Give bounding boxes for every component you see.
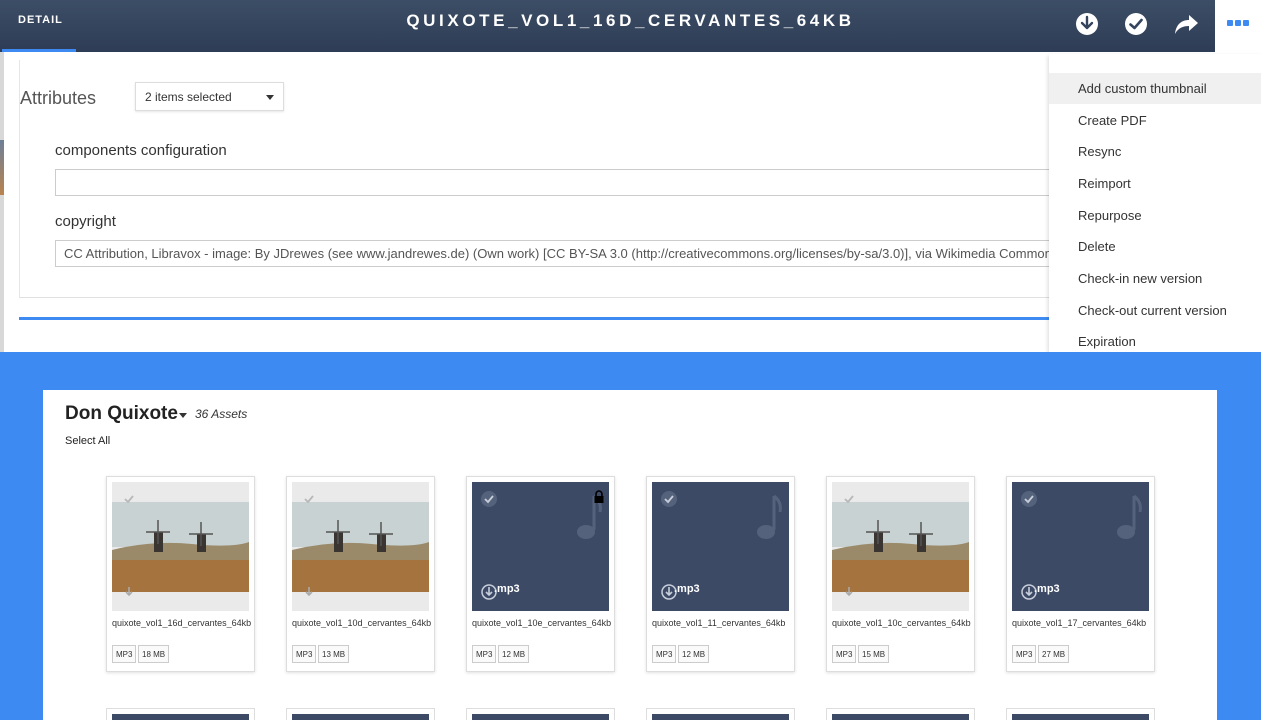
select-check-icon[interactable] — [120, 490, 138, 508]
asset-thumbnail[interactable] — [832, 482, 969, 611]
menu-item-reimport[interactable]: Reimport — [1049, 168, 1261, 199]
copyright-field[interactable]: CC Attribution, Libravox - image: By JDr… — [55, 240, 1065, 267]
menu-item-repurpose[interactable]: Repurpose — [1049, 200, 1261, 231]
download-button[interactable] — [1073, 10, 1101, 38]
asset-size-badge: 15 MB — [858, 645, 890, 663]
menu-item-resync[interactable]: Resync — [1049, 136, 1261, 167]
asset-size-badge: 12 MB — [498, 645, 530, 663]
lock-icon — [594, 490, 604, 503]
top-header: DETAIL QUIXOTE_VOL1_16D_CERVANTES_64KB — [0, 0, 1261, 54]
asset-type-badge: MP3 — [1012, 645, 1037, 663]
asset-type-badge: MP3 — [652, 645, 677, 663]
share-button[interactable] — [1172, 10, 1200, 38]
more-actions-menu: Add custom thumbnail Create PDF Resync R… — [1049, 54, 1261, 352]
asset-card[interactable] — [286, 708, 435, 720]
download-icon[interactable] — [841, 584, 857, 600]
collection-panel: Don Quixote 36 Assets Select All quixote… — [43, 390, 1217, 720]
asset-type-badge: MP3 — [292, 645, 317, 663]
asset-card[interactable]: .mp3 quixote_vol1_11_cervantes_64kb MP3 12 … — [646, 476, 795, 672]
collection-area: Don Quixote 36 Assets Select All quixote… — [0, 352, 1261, 720]
asset-card[interactable]: quixote_vol1_10d_cervantes_64kb MP3 13 MB — [286, 476, 435, 672]
asset-size-badge: 13 MB — [318, 645, 350, 663]
components-configuration-label: components configuration — [55, 142, 227, 159]
asset-count: 36 Assets — [195, 407, 248, 421]
file-extension-label: .mp3 — [674, 583, 700, 595]
menu-item-check-in[interactable]: Check-in new version — [1049, 263, 1261, 294]
music-note-icon — [757, 494, 782, 539]
share-icon — [1175, 15, 1198, 34]
asset-thumbnail[interactable] — [112, 482, 249, 611]
select-all-link[interactable]: Select All — [65, 435, 110, 447]
asset-card[interactable] — [826, 708, 975, 720]
asset-size-badge: 18 MB — [138, 645, 170, 663]
select-check-icon[interactable] — [480, 490, 498, 508]
download-icon[interactable] — [121, 584, 137, 600]
menu-item-check-out[interactable]: Check-out current version — [1049, 295, 1261, 326]
asset-thumbnail[interactable]: .mp3 — [472, 482, 609, 611]
asset-card[interactable] — [1006, 708, 1155, 720]
asset-thumbnail[interactable] — [292, 482, 429, 611]
select-check-icon[interactable] — [840, 490, 858, 508]
asset-name: quixote_vol1_16d_cervantes_64kb — [112, 618, 252, 628]
file-extension-label: .mp3 — [1034, 583, 1060, 595]
asset-type-badge: MP3 — [112, 645, 137, 663]
components-configuration-field[interactable] — [55, 169, 1065, 196]
asset-type-badge: MP3 — [472, 645, 497, 663]
items-selected-value: 2 items selected — [145, 90, 232, 104]
menu-item-expiration[interactable]: Expiration — [1049, 326, 1261, 352]
music-note-icon — [1117, 494, 1142, 539]
asset-size-badge: 27 MB — [1038, 645, 1070, 663]
items-selected-dropdown[interactable]: 2 items selected — [135, 82, 284, 111]
asset-size-badge: 12 MB — [678, 645, 710, 663]
asset-thumbnail[interactable]: .mp3 — [1012, 482, 1149, 611]
collection-title[interactable]: Don Quixote — [65, 403, 178, 425]
menu-item-add-custom-thumbnail[interactable]: Add custom thumbnail — [1049, 73, 1261, 104]
asset-name: quixote_vol1_10e_cervantes_64kb — [472, 618, 612, 628]
asset-card[interactable]: .mp3 quixote_vol1_17_cervantes_64kb MP3 27 … — [1006, 476, 1155, 672]
more-icon — [1227, 20, 1249, 26]
select-check-icon[interactable] — [300, 490, 318, 508]
collection-caret-icon[interactable] — [179, 413, 187, 418]
asset-card[interactable]: .mp3 quixote_vol1_10e_cervantes_64kb MP3 12… — [466, 476, 615, 672]
attributes-label: Attributes — [20, 88, 97, 108]
asset-name: quixote_vol1_17_cervantes_64kb — [1012, 618, 1147, 628]
menu-item-delete[interactable]: Delete — [1049, 231, 1261, 262]
check-button[interactable] — [1122, 10, 1150, 38]
asset-card[interactable]: quixote_vol1_16d_cervantes_64kb MP3 18 MB — [106, 476, 255, 672]
download-icon — [1076, 13, 1098, 35]
more-actions-button[interactable] — [1215, 0, 1261, 54]
download-icon[interactable] — [301, 584, 317, 600]
asset-title: QUIXOTE_VOL1_16D_CERVANTES_64KB — [406, 11, 855, 30]
left-preview-strip — [0, 52, 4, 352]
asset-card[interactable] — [646, 708, 795, 720]
select-check-icon[interactable] — [660, 490, 678, 508]
menu-item-create-pdf[interactable]: Create PDF — [1049, 105, 1261, 136]
asset-type-badge: MP3 — [832, 645, 857, 663]
asset-card[interactable] — [106, 708, 255, 720]
file-extension-label: .mp3 — [494, 583, 520, 595]
caret-down-icon — [266, 95, 274, 100]
select-check-icon[interactable] — [1020, 490, 1038, 508]
asset-name: quixote_vol1_10c_cervantes_64kb — [832, 618, 971, 628]
asset-name: quixote_vol1_11_cervantes_64kb — [652, 618, 786, 628]
check-icon — [1125, 13, 1147, 35]
asset-thumbnail[interactable]: .mp3 — [652, 482, 789, 611]
copyright-label: copyright — [55, 213, 116, 230]
asset-card[interactable] — [466, 708, 615, 720]
asset-name: quixote_vol1_10d_cervantes_64kb — [292, 618, 432, 628]
asset-card[interactable]: quixote_vol1_10c_cervantes_64kb MP3 15 MB — [826, 476, 975, 672]
